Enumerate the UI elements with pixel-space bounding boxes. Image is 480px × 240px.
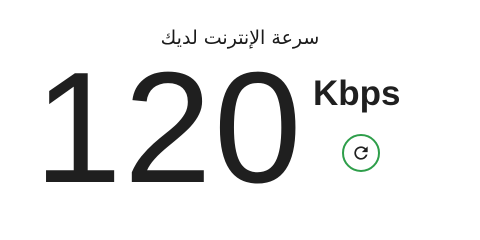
speed-test-panel: سرعة الإنترنت لديك 120 Kbps [0,0,480,240]
speed-unit: Kbps [313,74,401,113]
refresh-button[interactable] [342,134,380,172]
speed-value: 120 [34,40,304,216]
refresh-icon [351,143,371,163]
